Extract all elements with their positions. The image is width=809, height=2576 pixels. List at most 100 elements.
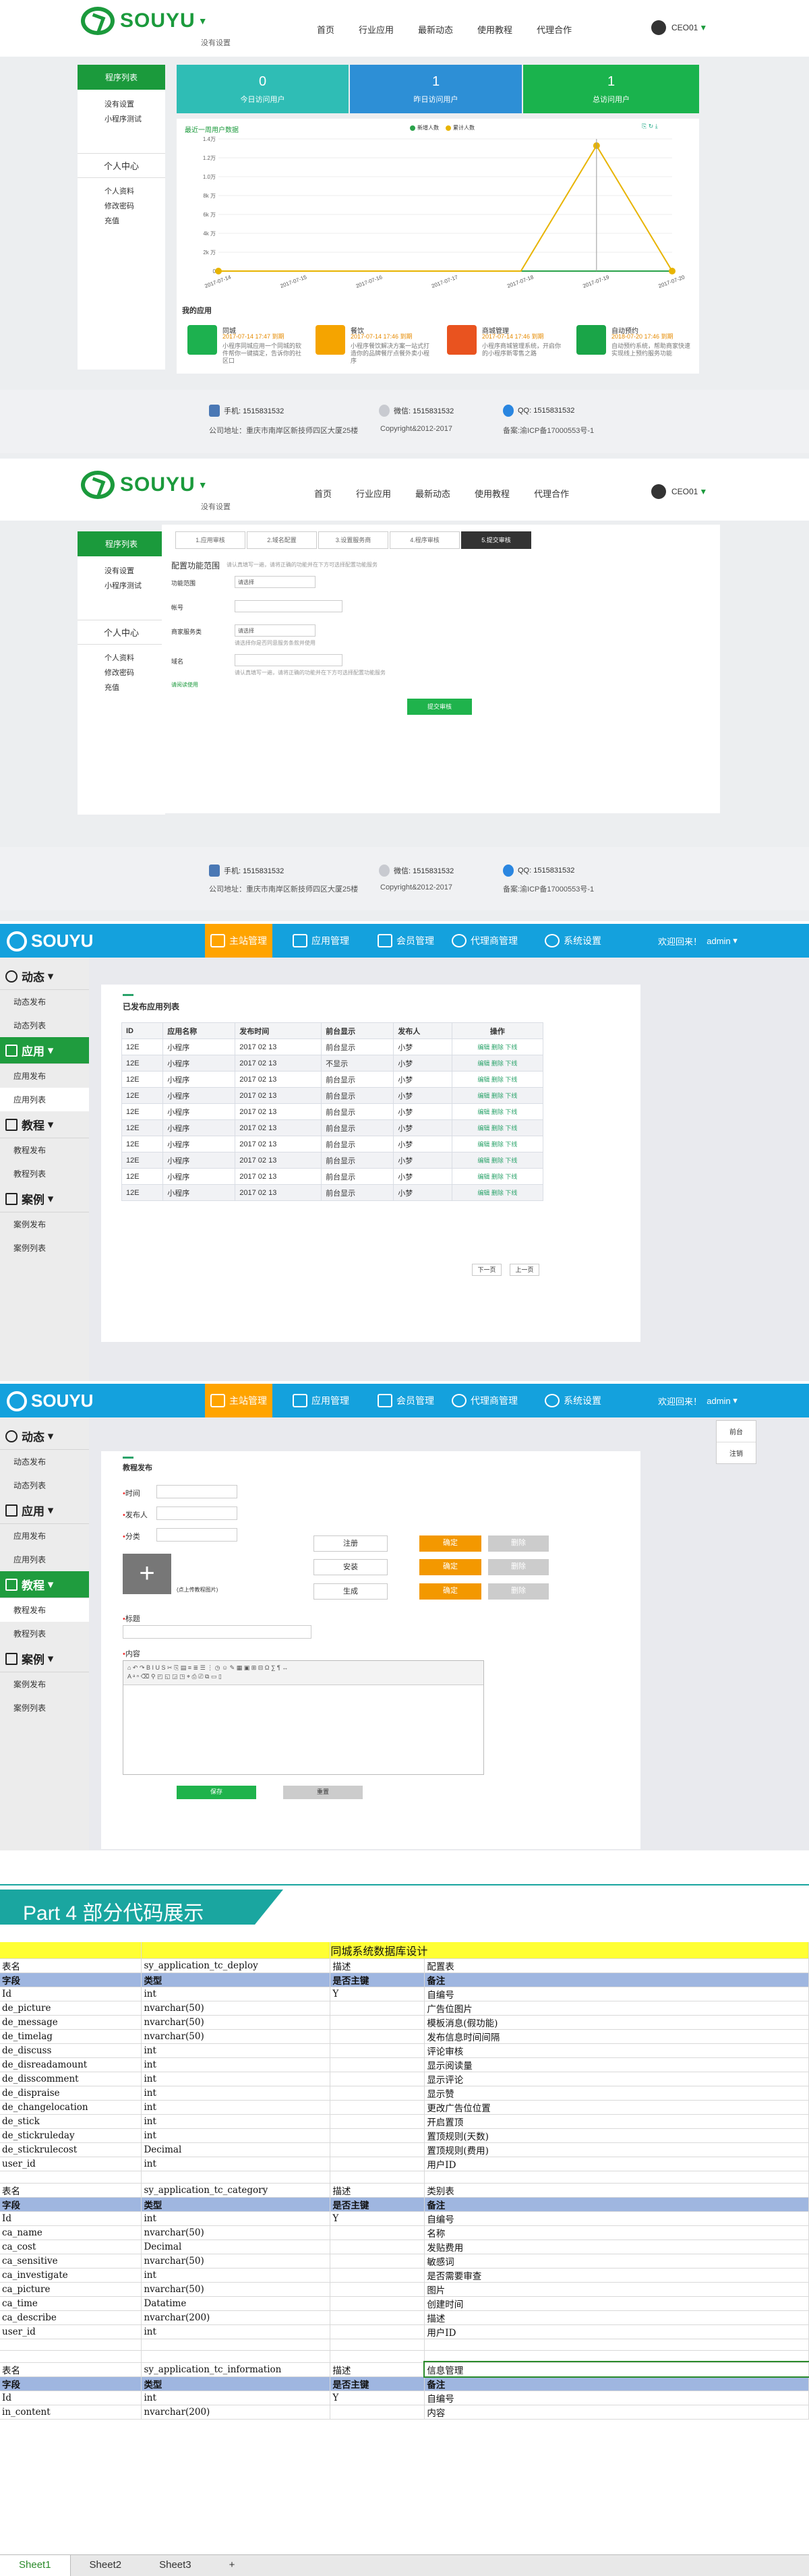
sheet-cell[interactable]: 表名	[0, 1958, 142, 1973]
sheet-cell[interactable]: nvarchar(50)	[141, 2282, 331, 2297]
account-input[interactable]	[235, 600, 342, 612]
sheet-cell[interactable]: int	[141, 2211, 331, 2226]
row-actions[interactable]: 编辑 删除 下线	[451, 1038, 544, 1055]
sheet-cell[interactable]	[330, 2171, 425, 2184]
title-input[interactable]	[123, 1625, 311, 1639]
row-actions[interactable]: 编辑 删除 下线	[451, 1071, 544, 1088]
row-actions[interactable]: 编辑 删除 下线	[451, 1152, 544, 1169]
sheet-cell[interactable]	[330, 2157, 425, 2171]
sidebar-item[interactable]: 动态列表	[0, 1014, 89, 1037]
group-apps[interactable]: 应用 ▾	[0, 1497, 89, 1524]
sheet-cell[interactable]: int	[141, 2072, 331, 2086]
sheet-cell[interactable]	[0, 2171, 142, 2184]
step-4[interactable]: 4.程序审核	[390, 531, 460, 549]
prev-page-button[interactable]: 上一页	[510, 1264, 539, 1276]
delete-button[interactable]: 删除	[488, 1583, 549, 1600]
tab-members[interactable]: 会员管理	[378, 1384, 434, 1417]
sheet-cell[interactable]: int	[141, 2128, 331, 2143]
sheet-cell[interactable]: sy_application_tc_deploy	[141, 1958, 331, 1973]
sheet-cell[interactable]: 发布信息时间间隔	[424, 2029, 809, 2044]
sheet-cell[interactable]: 表名	[0, 2362, 142, 2377]
nav-home[interactable]: 首页	[317, 23, 334, 36]
sheet-cell[interactable]: int	[141, 2100, 331, 2115]
sheet-cell[interactable]: 是否主键	[330, 1972, 425, 1987]
sheet-cell[interactable]: de_disscomment	[0, 2072, 142, 2086]
tab-apps[interactable]: 应用管理	[293, 924, 349, 958]
sheet-cell[interactable]: 开启置顶	[424, 2114, 809, 2129]
sheet-cell[interactable]: 模板消息(假功能)	[424, 2015, 809, 2030]
admin-user[interactable]: 欢迎回来！ admin ▾	[658, 1384, 738, 1417]
row-actions[interactable]: 编辑 删除 下线	[451, 1168, 544, 1185]
group-cases[interactable]: 案例 ▾	[0, 1185, 89, 1212]
app-card[interactable]: 自动预约 2018-07-20 17:46 到期 自动预约系统，帮助商家快速实现线上…	[572, 322, 692, 360]
sidebar-item[interactable]: 应用发布	[0, 1524, 89, 1548]
sheet-cell[interactable]: de_disreadamount	[0, 2057, 142, 2072]
sheet-cell[interactable]: 备注	[424, 2376, 809, 2391]
sheet-cell[interactable]	[330, 2282, 425, 2297]
row-actions[interactable]: 编辑 删除 下线	[451, 1136, 544, 1152]
sheet-cell[interactable]: int	[141, 2391, 331, 2405]
app-card[interactable]: 餐饮 2017-07-14 17:46 到期 小程序餐饮解决方案一站式打造你的品牌餐…	[311, 322, 431, 364]
sheet-cell[interactable]: int	[141, 2086, 331, 2101]
sheet-cell[interactable]: 置顶规则(天数)	[424, 2128, 809, 2143]
sheet-cell[interactable]	[424, 2350, 809, 2363]
sheet-cell[interactable]	[141, 2171, 331, 2184]
sheet-cell[interactable]	[330, 2296, 425, 2311]
group-cases[interactable]: 案例 ▾	[0, 1645, 89, 1672]
sidebar-item[interactable]: 没有设置	[78, 563, 165, 578]
sheet-cell[interactable]	[330, 2310, 425, 2325]
row-actions[interactable]: 编辑 删除 下线	[451, 1184, 544, 1201]
sidebar-item[interactable]: 教程发布	[0, 1138, 89, 1162]
sheet-cell[interactable]	[141, 2350, 331, 2363]
sheet-cell[interactable]: sy_application_tc_category	[141, 2183, 331, 2198]
service-select[interactable]: 请选择	[235, 624, 316, 637]
editor-toolbar-icon[interactable]: ⌂ ↶ ↷ B I U S ✂ ⎘ ▤ ≡ ≣ ☰ ⋮ ◷ ☺ ✎ ▦ ▣ ⊞ …	[123, 1661, 483, 1685]
sheet-cell[interactable]: 描述	[424, 2310, 809, 2325]
sheet-cell[interactable]	[424, 2171, 809, 2184]
sheet-cell[interactable]	[330, 2057, 425, 2072]
sheet-cell[interactable]: user_id	[0, 2324, 142, 2339]
sheet-cell[interactable]: 显示赞	[424, 2086, 809, 2101]
sheet-cell[interactable]: nvarchar(200)	[141, 2405, 331, 2420]
sheet-cell[interactable]: 字段	[0, 2197, 142, 2212]
sidebar-item[interactable]: 教程列表	[0, 1162, 89, 1185]
sheet-cell[interactable]	[330, 2114, 425, 2129]
sidebar-item[interactable]: 修改密码	[78, 665, 165, 680]
sheet-cell[interactable]	[330, 2029, 425, 2044]
sheet-cell[interactable]: 评论审核	[424, 2043, 809, 2058]
sheet-cell[interactable]: 描述	[330, 1958, 425, 1973]
sheet-tab[interactable]: Sheet2	[71, 2555, 141, 2576]
group-tutorial[interactable]: 教程 ▾	[0, 1111, 89, 1138]
tab-site[interactable]: 主站管理	[205, 1384, 272, 1417]
scope-select[interactable]: 请选择	[235, 576, 316, 588]
sheet-cell[interactable]: 显示阅读量	[424, 2057, 809, 2072]
sheet-cell[interactable]: 类型	[141, 2197, 331, 2212]
sidebar-item[interactable]: 动态发布	[0, 1450, 89, 1473]
sheet-cell[interactable]: ca_sensitive	[0, 2254, 142, 2268]
cat-generate[interactable]: 生成	[313, 1583, 388, 1600]
sheet-cell[interactable]: 是否需要审查	[424, 2268, 809, 2283]
sheet-cell[interactable]	[330, 2405, 425, 2420]
sidebar-item[interactable]: 应用列表	[0, 1088, 89, 1111]
row-actions[interactable]: 编辑 删除 下线	[451, 1119, 544, 1136]
sheet-cell[interactable]: nvarchar(50)	[141, 2001, 331, 2016]
sheet-cell[interactable]	[330, 2001, 425, 2016]
sheet-cell[interactable]: 字段	[0, 1972, 142, 1987]
admin-logo[interactable]: SOUYU	[7, 931, 93, 952]
sheet-cell[interactable]: user_id	[0, 2157, 142, 2171]
author-input[interactable]	[156, 1506, 237, 1520]
sheet-cell[interactable]: nvarchar(200)	[141, 2310, 331, 2325]
sheet-cell[interactable]: de_changelocation	[0, 2100, 142, 2115]
sheet-cell[interactable]: 创建时间	[424, 2296, 809, 2311]
sheet-cell[interactable]: int	[141, 2157, 331, 2171]
sheet-cell[interactable]: 自编号	[424, 1987, 809, 2001]
sheet-cell[interactable]: 更改广告位位置	[424, 2100, 809, 2115]
upload-plus-icon[interactable]: +	[123, 1554, 171, 1594]
next-page-button[interactable]: 下一页	[472, 1264, 502, 1276]
sheet-cell[interactable]	[330, 2225, 425, 2240]
nav-news[interactable]: 最新动态	[418, 23, 453, 36]
sheet-cell[interactable]	[330, 2086, 425, 2101]
group-apps[interactable]: 应用 ▾	[0, 1037, 89, 1064]
sidebar-head[interactable]: 程序列表	[78, 65, 165, 90]
admin-user[interactable]: 欢迎回来！ admin ▾	[658, 924, 738, 958]
